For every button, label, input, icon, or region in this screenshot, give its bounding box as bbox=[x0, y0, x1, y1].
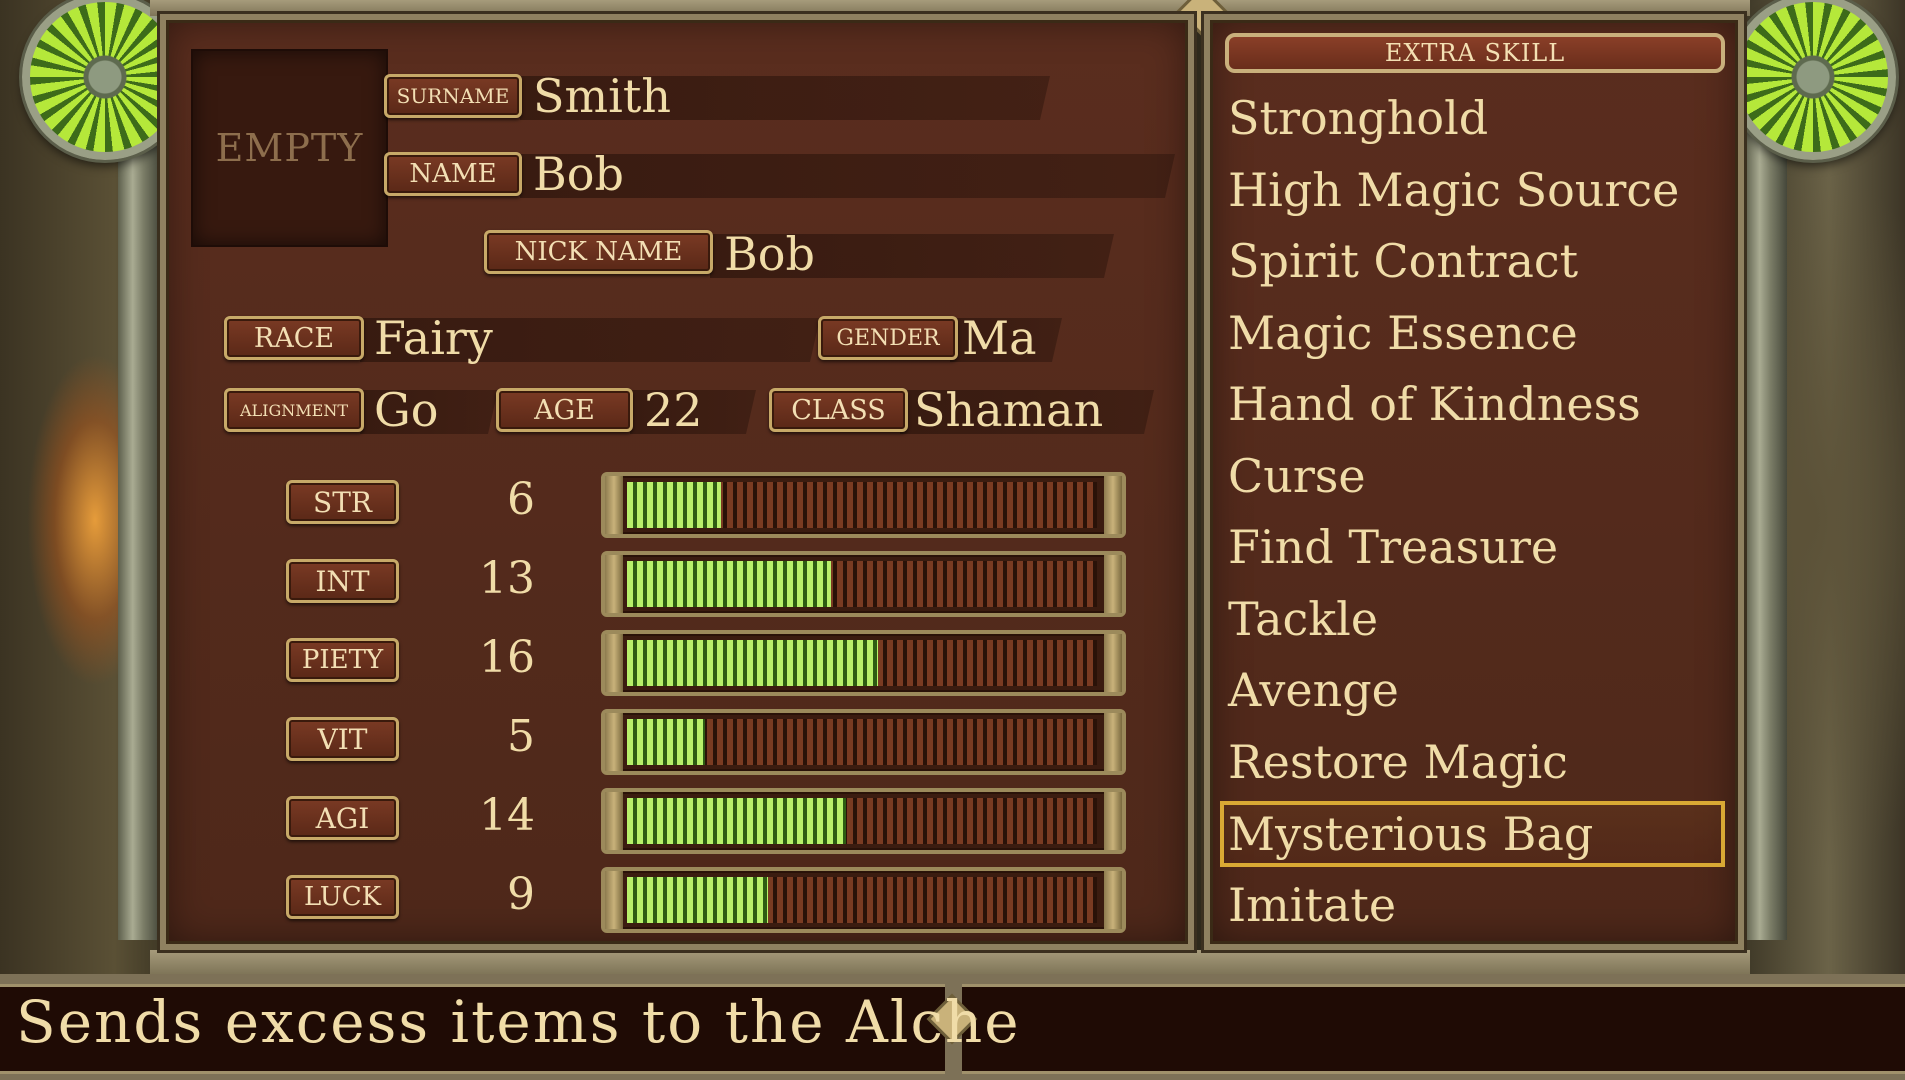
race-badge: Race bbox=[224, 316, 364, 360]
skill-item-magic-essence[interactable]: Magic Essence bbox=[1220, 301, 1725, 367]
str-bar-fill bbox=[627, 482, 721, 528]
luck-badge: LUCK bbox=[286, 875, 399, 919]
bar-cap-left bbox=[605, 871, 623, 929]
skill-item-high-magic-source[interactable]: High Magic Source bbox=[1220, 158, 1725, 224]
str-badge: STR bbox=[286, 480, 399, 524]
vit-badge: VIT bbox=[286, 717, 399, 761]
class-badge: Class bbox=[769, 388, 908, 432]
piety-bar-fill bbox=[627, 640, 878, 686]
luck-value: 9 bbox=[507, 869, 535, 920]
extra-skill-header: EXTRA SKILL bbox=[1225, 33, 1725, 73]
int-bar bbox=[601, 551, 1126, 617]
name-value: Bob bbox=[533, 147, 624, 201]
luck-bar-track bbox=[627, 877, 1097, 923]
bar-cap-left bbox=[605, 634, 623, 692]
piety-value: 16 bbox=[479, 632, 535, 683]
secondary-box bbox=[962, 984, 1905, 1074]
int-value: 13 bbox=[479, 553, 535, 604]
vit-bar bbox=[601, 709, 1126, 775]
piety-bar bbox=[601, 630, 1126, 696]
skill-item-curse[interactable]: Curse bbox=[1220, 444, 1725, 510]
age-value: 22 bbox=[644, 383, 703, 437]
bar-cap-left bbox=[605, 476, 623, 534]
agi-bar-track bbox=[627, 798, 1097, 844]
right-column bbox=[1745, 120, 1787, 940]
str-bar-track bbox=[627, 482, 1097, 528]
bar-cap-right bbox=[1104, 555, 1122, 613]
class-value: Shaman bbox=[914, 383, 1104, 437]
skill-item-avenge[interactable]: Avenge bbox=[1220, 658, 1725, 724]
agi-bar-fill bbox=[627, 798, 847, 844]
gender-badge: Gender bbox=[818, 316, 958, 360]
int-bar-fill bbox=[627, 561, 831, 607]
bar-cap-left bbox=[605, 555, 623, 613]
bar-cap-right bbox=[1104, 713, 1122, 771]
agi-value: 14 bbox=[479, 790, 535, 841]
vit-bar-fill bbox=[627, 719, 706, 765]
left-column bbox=[118, 120, 160, 940]
piety-badge: PIETY bbox=[286, 638, 399, 682]
race-value: Fairy bbox=[374, 311, 493, 365]
portrait-empty-label: EMPTY bbox=[215, 126, 364, 170]
skill-item-tackle[interactable]: Tackle bbox=[1220, 587, 1725, 653]
skill-item-imitate[interactable]: Imitate bbox=[1220, 873, 1725, 939]
surname-value: Smith bbox=[533, 69, 671, 123]
luck-bar bbox=[601, 867, 1126, 933]
piety-bar-track bbox=[627, 640, 1097, 686]
nickname-badge: Nick Name bbox=[484, 230, 713, 274]
age-badge: Age bbox=[496, 388, 633, 432]
right-rosette-ornament bbox=[1730, 0, 1896, 160]
skill-item-restore-magic[interactable]: Restore Magic bbox=[1220, 730, 1725, 796]
int-bar-track bbox=[627, 561, 1097, 607]
gender-value: Ma bbox=[962, 311, 1037, 365]
bar-cap-left bbox=[605, 792, 623, 850]
bottom-frame bbox=[150, 950, 1750, 974]
bar-cap-right bbox=[1104, 792, 1122, 850]
portrait-slot[interactable]: EMPTY bbox=[191, 49, 388, 247]
agi-badge: AGI bbox=[286, 796, 399, 840]
bar-cap-right bbox=[1104, 871, 1122, 929]
nickname-value: Bob bbox=[724, 227, 815, 281]
skill-item-spirit-contract[interactable]: Spirit Contract bbox=[1220, 229, 1725, 295]
str-value: 6 bbox=[507, 474, 535, 525]
bar-cap-right bbox=[1104, 634, 1122, 692]
str-bar bbox=[601, 472, 1126, 538]
skill-item-hand-of-kindness[interactable]: Hand of Kindness bbox=[1220, 372, 1725, 438]
skill-item-mysterious-bag[interactable]: Mysterious Bag bbox=[1220, 801, 1725, 867]
vit-bar-track bbox=[627, 719, 1097, 765]
luck-bar-fill bbox=[627, 877, 768, 923]
skill-description-text: Sends excess items to the Alche bbox=[16, 988, 1021, 1056]
name-badge: Name bbox=[384, 152, 522, 196]
alignment-value: Go bbox=[374, 383, 439, 437]
skill-item-find-treasure[interactable]: Find Treasure bbox=[1220, 515, 1725, 581]
skill-item-stronghold[interactable]: Stronghold bbox=[1220, 86, 1725, 152]
surname-badge: Surname bbox=[384, 74, 522, 118]
int-badge: INT bbox=[286, 559, 399, 603]
alignment-badge: Alignment bbox=[224, 388, 364, 432]
bar-cap-right bbox=[1104, 476, 1122, 534]
bar-cap-left bbox=[605, 713, 623, 771]
agi-bar bbox=[601, 788, 1126, 854]
vit-value: 5 bbox=[507, 711, 535, 762]
